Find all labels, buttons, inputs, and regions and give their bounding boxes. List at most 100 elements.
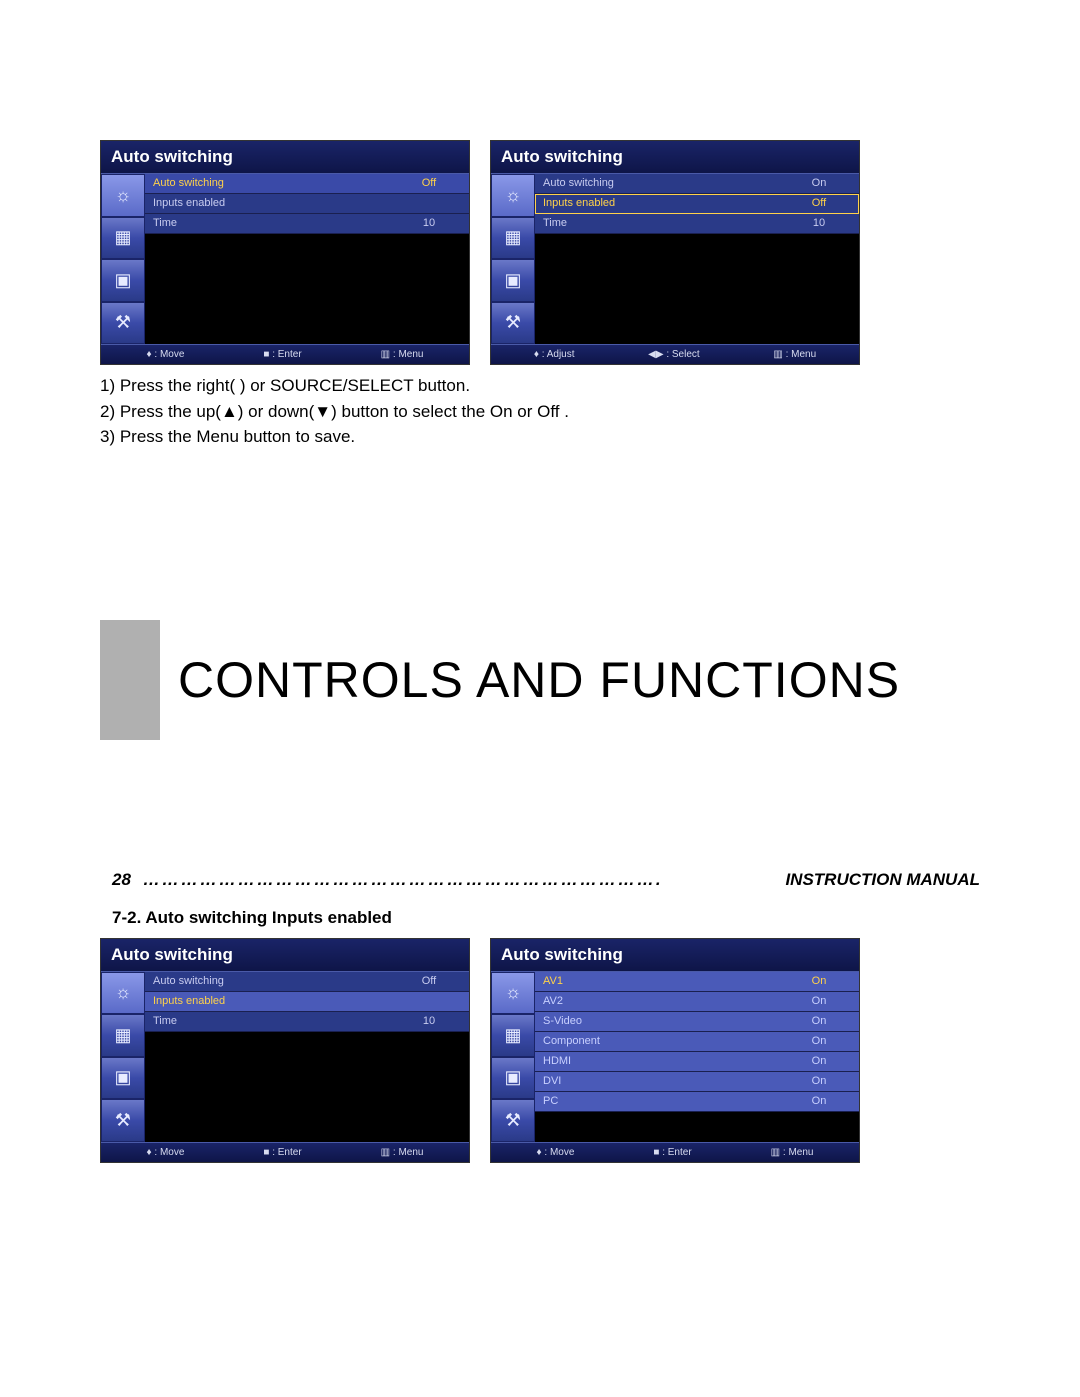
osd-pair-bottom: Auto switching ☼ ▦ ▣ ⚒ Auto switching Of… — [0, 938, 1080, 1163]
footer-adjust: ♦ : Adjust — [534, 349, 575, 360]
row-label: Time — [535, 214, 779, 233]
row-label: Time — [145, 1012, 389, 1031]
picture-icon[interactable]: ▣ — [101, 1057, 145, 1100]
row-value: Off — [389, 972, 469, 991]
row-value: On — [779, 174, 859, 193]
menu-row[interactable]: Time 10 — [145, 1012, 469, 1032]
menu-row[interactable]: Inputs enabled — [145, 992, 469, 1012]
osd-body: ☼ ▦ ▣ ⚒ AV1 On AV2 On S-Video — [491, 972, 859, 1142]
osd-title: Auto switching — [491, 141, 859, 174]
menu-row[interactable]: S-Video On — [535, 1012, 859, 1032]
osd-body: ☼ ▦ ▣ ⚒ Auto switching On Inputs enabled… — [491, 174, 859, 344]
menu-row[interactable]: Time 10 — [145, 214, 469, 234]
leader-dots: ………………………………………………………………………. — [143, 870, 786, 890]
osd-sidebar: ☼ ▦ ▣ ⚒ — [491, 972, 535, 1142]
tools-icon[interactable]: ⚒ — [101, 302, 145, 345]
row-label: Inputs enabled — [145, 194, 389, 213]
menu-row[interactable]: Auto switching On — [535, 174, 859, 194]
row-value: On — [779, 1052, 859, 1071]
row-value: On — [779, 1012, 859, 1031]
row-label: PC — [535, 1092, 779, 1111]
grid-icon[interactable]: ▦ — [491, 1014, 535, 1057]
row-label: Auto switching — [145, 972, 389, 991]
osd-panel-4: Auto switching ☼ ▦ ▣ ⚒ AV1 On AV2 On — [490, 938, 860, 1163]
page-footer-line: 28 ………………………………………………………………………. INSTRUCT… — [0, 740, 1080, 890]
manual-page: Auto switching ☼ ▦ ▣ ⚒ Auto switching Of… — [0, 140, 1080, 1163]
row-value: 10 — [389, 1012, 469, 1031]
footer-move: ♦ : Move — [537, 1147, 575, 1158]
footer-menu: ▥ : Menu — [773, 349, 816, 360]
grid-icon[interactable]: ▦ — [101, 1014, 145, 1057]
osd-title: Auto switching — [101, 939, 469, 972]
row-label: AV2 — [535, 992, 779, 1011]
menu-row[interactable]: AV2 On — [535, 992, 859, 1012]
menu-row[interactable]: Time 10 — [535, 214, 859, 234]
menu-row[interactable]: DVI On — [535, 1072, 859, 1092]
osd-title: Auto switching — [491, 939, 859, 972]
osd-sidebar: ☼ ▦ ▣ ⚒ — [101, 972, 145, 1142]
row-value: 10 — [389, 214, 469, 233]
osd-footer: ♦ : Move ■ : Enter ▥ : Menu — [101, 344, 469, 364]
osd-footer: ♦ : Move ■ : Enter ▥ : Menu — [491, 1142, 859, 1162]
tools-icon[interactable]: ⚒ — [491, 302, 535, 345]
osd-body: ☼ ▦ ▣ ⚒ Auto switching Off Inputs enable… — [101, 174, 469, 344]
osd-sidebar: ☼ ▦ ▣ ⚒ — [101, 174, 145, 344]
row-value: On — [779, 1032, 859, 1051]
picture-icon[interactable]: ▣ — [491, 259, 535, 302]
brightness-icon[interactable]: ☼ — [101, 174, 145, 217]
footer-enter: ■ : Enter — [653, 1147, 691, 1158]
row-label: Time — [145, 214, 389, 233]
instructions-block: 1) Press the right( ) or SOURCE/SELECT b… — [0, 365, 1080, 450]
menu-row[interactable]: Inputs enabled — [145, 194, 469, 214]
osd-panel-2: Auto switching ☼ ▦ ▣ ⚒ Auto switching On… — [490, 140, 860, 365]
footer-menu: ▥ : Menu — [771, 1147, 814, 1158]
osd-footer: ♦ : Adjust ◀▶ : Select ▥ : Menu — [491, 344, 859, 364]
footer-enter: ■ : Enter — [263, 1147, 301, 1158]
row-value: On — [779, 1072, 859, 1091]
osd-sidebar: ☼ ▦ ▣ ⚒ — [491, 174, 535, 344]
instruction-line: 1) Press the right( ) or SOURCE/SELECT b… — [100, 373, 980, 399]
instruction-line: 2) Press the up(▲) or down(▼) button to … — [100, 399, 980, 425]
osd-body: ☼ ▦ ▣ ⚒ Auto switching Off Inputs enable… — [101, 972, 469, 1142]
row-label: Auto switching — [535, 174, 779, 193]
row-value: On — [779, 1092, 859, 1111]
menu-row[interactable]: PC On — [535, 1092, 859, 1112]
section-header: Controls And Functions — [0, 620, 1080, 740]
brightness-icon[interactable]: ☼ — [491, 972, 535, 1015]
footer-enter: ■ : Enter — [263, 349, 301, 360]
grid-icon[interactable]: ▦ — [491, 217, 535, 260]
brightness-icon[interactable]: ☼ — [101, 972, 145, 1015]
instruction-line: 3) Press the Menu button to save. — [100, 424, 980, 450]
row-label: HDMI — [535, 1052, 779, 1071]
row-value: Off — [779, 194, 859, 213]
menu-row[interactable]: Component On — [535, 1032, 859, 1052]
subsection-heading: 7-2. Auto switching Inputs enabled — [0, 890, 1080, 928]
row-value: On — [779, 972, 859, 991]
grid-icon[interactable]: ▦ — [101, 217, 145, 260]
osd-rows: Auto switching Off Inputs enabled Time 1… — [145, 972, 469, 1142]
osd-rows: AV1 On AV2 On S-Video On Component On — [535, 972, 859, 1142]
menu-row[interactable]: Auto switching Off — [145, 972, 469, 992]
menu-row[interactable]: AV1 On — [535, 972, 859, 992]
osd-rows: Auto switching Off Inputs enabled Time 1… — [145, 174, 469, 344]
menu-row[interactable]: Inputs enabled Off — [535, 194, 859, 214]
picture-icon[interactable]: ▣ — [101, 259, 145, 302]
osd-title: Auto switching — [101, 141, 469, 174]
brightness-icon[interactable]: ☼ — [491, 174, 535, 217]
footer-select: ◀▶ : Select — [648, 349, 700, 360]
row-value — [389, 194, 469, 213]
osd-footer: ♦ : Move ■ : Enter ▥ : Menu — [101, 1142, 469, 1162]
picture-icon[interactable]: ▣ — [491, 1057, 535, 1100]
footer-move: ♦ : Move — [147, 349, 185, 360]
row-label: DVI — [535, 1072, 779, 1091]
menu-row[interactable]: HDMI On — [535, 1052, 859, 1072]
row-value: On — [779, 992, 859, 1011]
osd-panel-1: Auto switching ☼ ▦ ▣ ⚒ Auto switching Of… — [100, 140, 470, 365]
menu-row[interactable]: Auto switching Off — [145, 174, 469, 194]
row-value — [389, 992, 469, 1011]
tools-icon[interactable]: ⚒ — [101, 1099, 145, 1142]
osd-rows: Auto switching On Inputs enabled Off Tim… — [535, 174, 859, 344]
tools-icon[interactable]: ⚒ — [491, 1099, 535, 1142]
row-label: Inputs enabled — [535, 194, 779, 213]
row-label: S-Video — [535, 1012, 779, 1031]
